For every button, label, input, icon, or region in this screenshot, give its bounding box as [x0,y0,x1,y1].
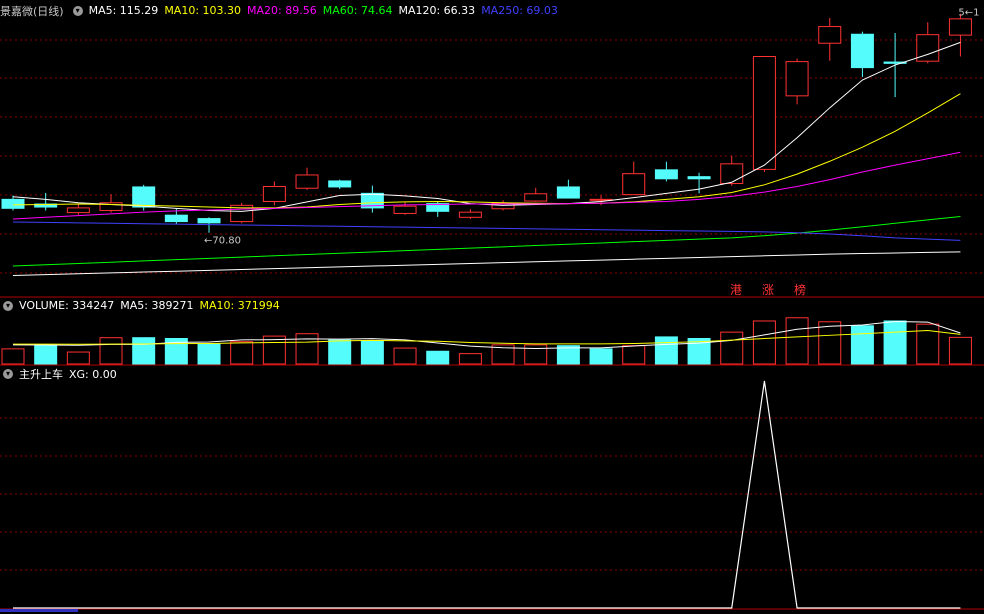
volume-bar-23 [752,320,776,365]
candle-body-20 [654,169,678,180]
candle-body-22 [720,163,744,185]
candle-body-16 [524,193,548,202]
volume-bar-20 [654,336,678,365]
candle-body-8 [262,186,286,202]
volume-bar-13 [426,350,450,365]
candle-body-9 [295,174,319,189]
candle-body-4 [132,186,156,208]
volume-bar-25 [818,321,842,365]
volume-bar-12 [393,347,417,365]
volume-bar-10 [328,339,352,365]
volume-bar-27 [883,320,907,365]
stock-chart[interactable]: ←70.80 5←1 港 涨 榜 [0,0,984,614]
volume-bar-29 [948,336,972,365]
volume-bar-22 [720,331,744,365]
volume-bar-0 [1,348,25,365]
low-price-label: ←70.80 [204,236,241,247]
candle-body-2 [66,207,90,214]
scroll-indicator [0,609,78,612]
ma-line-ma20 [12,151,961,220]
event-tag-2: 榜 [794,282,806,297]
candle-body-6 [197,218,221,224]
volume-bar-16 [524,344,548,365]
volume-bar-3 [99,337,123,365]
volume-bar-7 [230,341,254,365]
candle-body-24 [785,61,809,97]
volume-bar-6 [197,343,221,365]
volume-bar-8 [262,335,286,365]
volume-bar-11 [360,340,384,365]
volume-bar-2 [66,351,90,365]
candle-body-12 [393,205,417,214]
volume-bar-4 [132,337,156,365]
candle-body-26 [850,33,874,69]
candle-body-0 [1,198,25,209]
ma-line-ma5 [12,41,961,212]
event-tag-0: 港 [730,283,742,297]
candle-body-10 [328,180,352,188]
candle-body-17 [556,186,580,199]
volume-bar-19 [622,345,646,365]
high-price-label: 5←1 [958,8,979,19]
volume-bar-18 [589,348,613,365]
candle-body-23 [752,55,776,170]
candle-body-29 [948,18,972,36]
ma-line-ma120 [12,251,961,276]
event-tag-1: 涨 [762,282,774,297]
volume-bar-1 [34,345,58,365]
volume-bar-9 [295,333,319,365]
candle-body-19 [622,173,646,196]
candle-body-25 [818,26,842,44]
candle-body-5 [164,214,188,223]
volume-bar-24 [785,317,809,365]
candle-body-21 [687,176,711,180]
volume-bar-14 [458,353,482,365]
volume-bar-26 [850,325,874,365]
candle-body-14 [458,211,482,218]
